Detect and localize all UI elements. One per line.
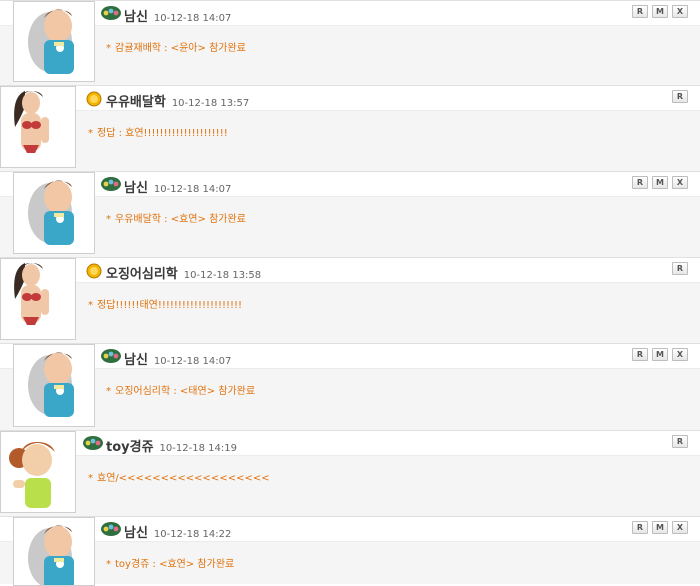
reply-button[interactable]: R bbox=[632, 5, 648, 18]
message-text: 감귤재배학 : <윤아> 참가완료 bbox=[115, 43, 246, 54]
delete-button[interactable]: X bbox=[672, 5, 688, 18]
comment-body bbox=[0, 282, 700, 344]
avatar[interactable] bbox=[13, 172, 95, 254]
avatar[interactable] bbox=[13, 344, 95, 427]
message-text: 오징어심리학 : <태연> 참가완료 bbox=[115, 386, 256, 397]
comment-body bbox=[0, 368, 700, 431]
reply-button[interactable]: R bbox=[672, 90, 688, 103]
author-name[interactable]: 오징어심리학 10-12-18 13:58 bbox=[106, 263, 261, 282]
cart-icon bbox=[82, 434, 104, 452]
message-text: 효연/<<<<<<<<<<<<<<<<<< bbox=[97, 473, 270, 484]
comment-row: 남신 10-12-18 14:07 * 감귤재배학 : <윤아> 참가완료 R M … bbox=[0, 0, 700, 86]
comment-row: toy경쥬 10-12-18 14:19 * 효연/<<<<<<<<<<<<<<<<… bbox=[0, 430, 700, 517]
comment-text: * 정답!!!!!!태연!!!!!!!!!!!!!!!!!!!!! bbox=[88, 296, 242, 311]
medal-icon bbox=[84, 89, 106, 107]
comment-row: 남신 10-12-18 14:07 * 우유배달학 : <효연> 참가완료 R M … bbox=[0, 171, 700, 258]
author-nick[interactable]: 남신 bbox=[124, 353, 148, 368]
author-name[interactable]: 남신 10-12-18 14:07 bbox=[124, 177, 231, 196]
comment-text: * 오징어심리학 : <태연> 참가완료 bbox=[106, 382, 255, 397]
cart-icon bbox=[100, 4, 122, 22]
bullet-star: * bbox=[106, 43, 111, 54]
comment-body bbox=[0, 455, 700, 517]
bullet-star: * bbox=[106, 386, 111, 397]
delete-button[interactable]: X bbox=[672, 176, 688, 189]
avatar[interactable] bbox=[13, 517, 95, 586]
comment-header bbox=[0, 431, 700, 455]
comment-actions: R bbox=[672, 90, 688, 103]
cart-icon bbox=[100, 520, 122, 538]
comment-text: * 감귤재배학 : <윤아> 참가완료 bbox=[106, 39, 246, 54]
comment-row: 우유배달학 10-12-18 13:57 * 정답 : 효연!!!!!!!!!!!!… bbox=[0, 85, 700, 172]
post-timestamp: 10-12-18 14:07 bbox=[153, 356, 232, 367]
comment-body bbox=[0, 541, 700, 584]
author-nick[interactable]: 오징어심리학 bbox=[106, 267, 178, 282]
comment-row: 오징어심리학 10-12-18 13:58 * 정답!!!!!!태연!!!!!!!!… bbox=[0, 257, 700, 344]
delete-button[interactable]: X bbox=[672, 348, 688, 361]
cart-icon bbox=[100, 175, 122, 193]
bullet-star: * bbox=[106, 559, 111, 570]
avatar[interactable] bbox=[13, 1, 95, 82]
author-nick[interactable]: 남신 bbox=[124, 181, 148, 196]
author-name[interactable]: 남신 10-12-18 14:22 bbox=[124, 522, 231, 541]
medal-icon bbox=[84, 261, 106, 279]
bullet-star: * bbox=[106, 214, 111, 225]
comment-row: 남신 10-12-18 14:22 * toy경쥬 : <효연> 참가완료 R M … bbox=[0, 516, 700, 586]
avatar[interactable] bbox=[0, 431, 76, 513]
message-text: 우유배달학 : <효연> 참가완료 bbox=[115, 214, 246, 225]
comment-text: * 정답 : 효연!!!!!!!!!!!!!!!!!!!!! bbox=[88, 124, 228, 139]
comment-row: 남신 10-12-18 14:07 * 오징어심리학 : <태연> 참가완료 R M… bbox=[0, 343, 700, 431]
post-timestamp: 10-12-18 13:58 bbox=[183, 270, 262, 281]
author-nick[interactable]: 남신 bbox=[124, 526, 148, 541]
comment-actions: R M X bbox=[632, 521, 688, 534]
comment-body bbox=[0, 196, 700, 258]
author-name[interactable]: 우유배달학 10-12-18 13:57 bbox=[106, 91, 249, 110]
reply-button[interactable]: R bbox=[632, 348, 648, 361]
message-text: 정답!!!!!!태연!!!!!!!!!!!!!!!!!!!!! bbox=[97, 300, 243, 311]
avatar[interactable] bbox=[0, 86, 76, 168]
delete-button[interactable]: X bbox=[672, 521, 688, 534]
avatar[interactable] bbox=[0, 258, 76, 340]
author-nick[interactable]: 우유배달학 bbox=[106, 95, 166, 110]
comment-actions: R M X bbox=[632, 348, 688, 361]
bullet-star: * bbox=[88, 473, 93, 484]
message-text: 정답 : 효연!!!!!!!!!!!!!!!!!!!!! bbox=[97, 128, 228, 139]
comment-text: * toy경쥬 : <효연> 참가완료 bbox=[106, 555, 234, 570]
reply-button[interactable]: R bbox=[632, 176, 648, 189]
modify-button[interactable]: M bbox=[652, 176, 668, 189]
post-timestamp: 10-12-18 14:07 bbox=[153, 13, 232, 24]
reply-button[interactable]: R bbox=[672, 262, 688, 275]
comment-actions: R M X bbox=[632, 5, 688, 18]
post-timestamp: 10-12-18 13:57 bbox=[171, 98, 250, 109]
modify-button[interactable]: M bbox=[652, 5, 668, 18]
post-timestamp: 10-12-18 14:19 bbox=[159, 443, 237, 454]
author-name[interactable]: 남신 10-12-18 14:07 bbox=[124, 6, 231, 25]
comment-actions: R bbox=[672, 262, 688, 275]
modify-button[interactable]: M bbox=[652, 521, 668, 534]
author-name[interactable]: 남신 10-12-18 14:07 bbox=[124, 349, 231, 368]
message-text: toy경쥬 : <효연> 참가완료 bbox=[115, 559, 235, 570]
comment-text: * 우유배달학 : <효연> 참가완료 bbox=[106, 210, 246, 225]
comment-actions: R M X bbox=[632, 176, 688, 189]
bullet-star: * bbox=[88, 128, 93, 139]
author-nick[interactable]: toy경쥬 bbox=[106, 440, 154, 455]
comment-body bbox=[0, 25, 700, 86]
comment-body bbox=[0, 110, 700, 172]
post-timestamp: 10-12-18 14:22 bbox=[153, 529, 232, 540]
author-nick[interactable]: 남신 bbox=[124, 10, 148, 25]
reply-button[interactable]: R bbox=[632, 521, 648, 534]
author-name[interactable]: toy경쥬 10-12-18 14:19 bbox=[106, 436, 237, 455]
cart-icon bbox=[100, 347, 122, 365]
post-timestamp: 10-12-18 14:07 bbox=[153, 184, 232, 195]
modify-button[interactable]: M bbox=[652, 348, 668, 361]
comment-text: * 효연/<<<<<<<<<<<<<<<<<< bbox=[88, 469, 270, 484]
comment-actions: R bbox=[672, 435, 688, 448]
reply-button[interactable]: R bbox=[672, 435, 688, 448]
bullet-star: * bbox=[88, 300, 93, 311]
